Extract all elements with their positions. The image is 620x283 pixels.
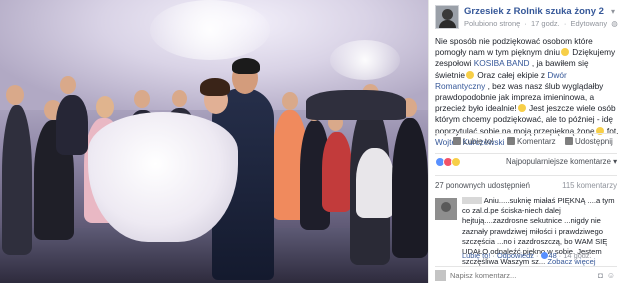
- guest-figure: [356, 148, 394, 218]
- guest-head: [96, 96, 114, 118]
- guest-head: [134, 90, 150, 108]
- haha-reaction-icon[interactable]: [451, 157, 461, 167]
- post-meta: Polubiono stronę · 17 godz. · Edytowany …: [464, 19, 620, 28]
- smile-emoji-icon: [560, 48, 569, 57]
- photo-light: [150, 0, 270, 60]
- like-icon: [540, 252, 548, 259]
- comment-button[interactable]: Komentarz: [507, 137, 556, 146]
- groom-hair: [232, 58, 260, 74]
- shares-count-link[interactable]: 27 ponownych udostępnień: [435, 181, 530, 190]
- share-icon: [565, 137, 573, 145]
- separator: ·: [535, 251, 541, 260]
- smile-emoji-icon: [517, 104, 526, 113]
- post-text-part: fot.: [604, 125, 619, 136]
- post-sidebar: Grzesiek z Rolnik szuka żony 2 Polubiono…: [428, 0, 620, 283]
- like-label: Lubię to!: [463, 137, 494, 146]
- user-avatar: [435, 270, 446, 281]
- reactions-row: Najpopularniejsze komentarze ▾: [435, 157, 617, 169]
- divider: [435, 133, 617, 134]
- guest-figure: [2, 105, 32, 255]
- globe-icon: ◍: [611, 19, 618, 28]
- guest-figure: [56, 95, 88, 155]
- comment-sort-dropdown[interactable]: Najpopularniejsze komentarze ▾: [506, 157, 617, 166]
- like-icon: [453, 137, 461, 145]
- comments-count[interactable]: 115 komentarzy: [562, 181, 617, 190]
- page-name-link[interactable]: Grzesiek z Rolnik szuka żony 2: [464, 6, 604, 17]
- divider: [435, 175, 617, 176]
- smile-emoji-icon: [465, 70, 474, 79]
- meta-separator: ·: [563, 19, 567, 28]
- shares-row: 27 ponownych udostępnień 115 komentarzy: [435, 181, 617, 193]
- edited-label[interactable]: Edytowany: [570, 19, 607, 28]
- guest-head: [282, 92, 298, 110]
- comment-reply-button[interactable]: Odpowiedz: [497, 251, 534, 260]
- comment-like-button[interactable]: Lubię to!: [462, 251, 490, 260]
- share-label: Udostępnij: [575, 137, 613, 146]
- comment-item: Aniu.....suknię miałaś PIĘKNĄ ....a tym …: [435, 196, 617, 266]
- commenter-avatar[interactable]: [435, 198, 457, 220]
- post-time[interactable]: 17 godz.: [531, 19, 560, 28]
- bride-hair: [200, 78, 230, 96]
- photo-light: [330, 40, 400, 80]
- divider: [435, 153, 617, 154]
- bride-dress: [88, 112, 238, 242]
- comment-icon: [507, 137, 515, 145]
- comment-actions: Lubię to! · Odpowiedz · 48 · 14 godz.: [462, 251, 592, 260]
- chevron-down-icon[interactable]: ▾: [611, 7, 615, 16]
- post-text: Nie sposób nie podziękować osobom które …: [435, 36, 619, 148]
- band-link[interactable]: KOSIBA BAND: [474, 58, 530, 68]
- page-liked-label[interactable]: Polubiono stronę: [464, 19, 520, 28]
- like-button[interactable]: Lubię to!: [453, 137, 494, 146]
- guest-figure: [392, 118, 428, 258]
- share-button[interactable]: Udostępnij: [565, 137, 613, 146]
- commenter-name[interactable]: [462, 197, 482, 204]
- guest-head: [172, 90, 187, 107]
- comment-composer: ◘ ☺: [435, 266, 617, 281]
- guest-figure: [306, 90, 406, 120]
- guest-head: [60, 76, 76, 94]
- emoji-icon[interactable]: ☺: [607, 271, 615, 280]
- page-avatar[interactable]: [435, 5, 459, 29]
- meta-separator: ·: [524, 19, 527, 28]
- comment-input[interactable]: [450, 270, 590, 281]
- guest-head: [6, 85, 24, 105]
- camera-icon[interactable]: ◘: [598, 271, 603, 280]
- post-text-part: Oraz całej ekipie z: [474, 69, 548, 80]
- post-photo[interactable]: [0, 0, 428, 283]
- comment-like-count[interactable]: 48: [549, 251, 557, 260]
- comment-time[interactable]: 14 godz.: [563, 251, 591, 260]
- post-actions: Lubię to! Komentarz Udostępnij: [435, 137, 617, 151]
- guest-figure: [322, 132, 352, 212]
- post-header: Grzesiek z Rolnik szuka żony 2 Polubiono…: [435, 5, 620, 31]
- comment-label: Komentarz: [517, 137, 556, 146]
